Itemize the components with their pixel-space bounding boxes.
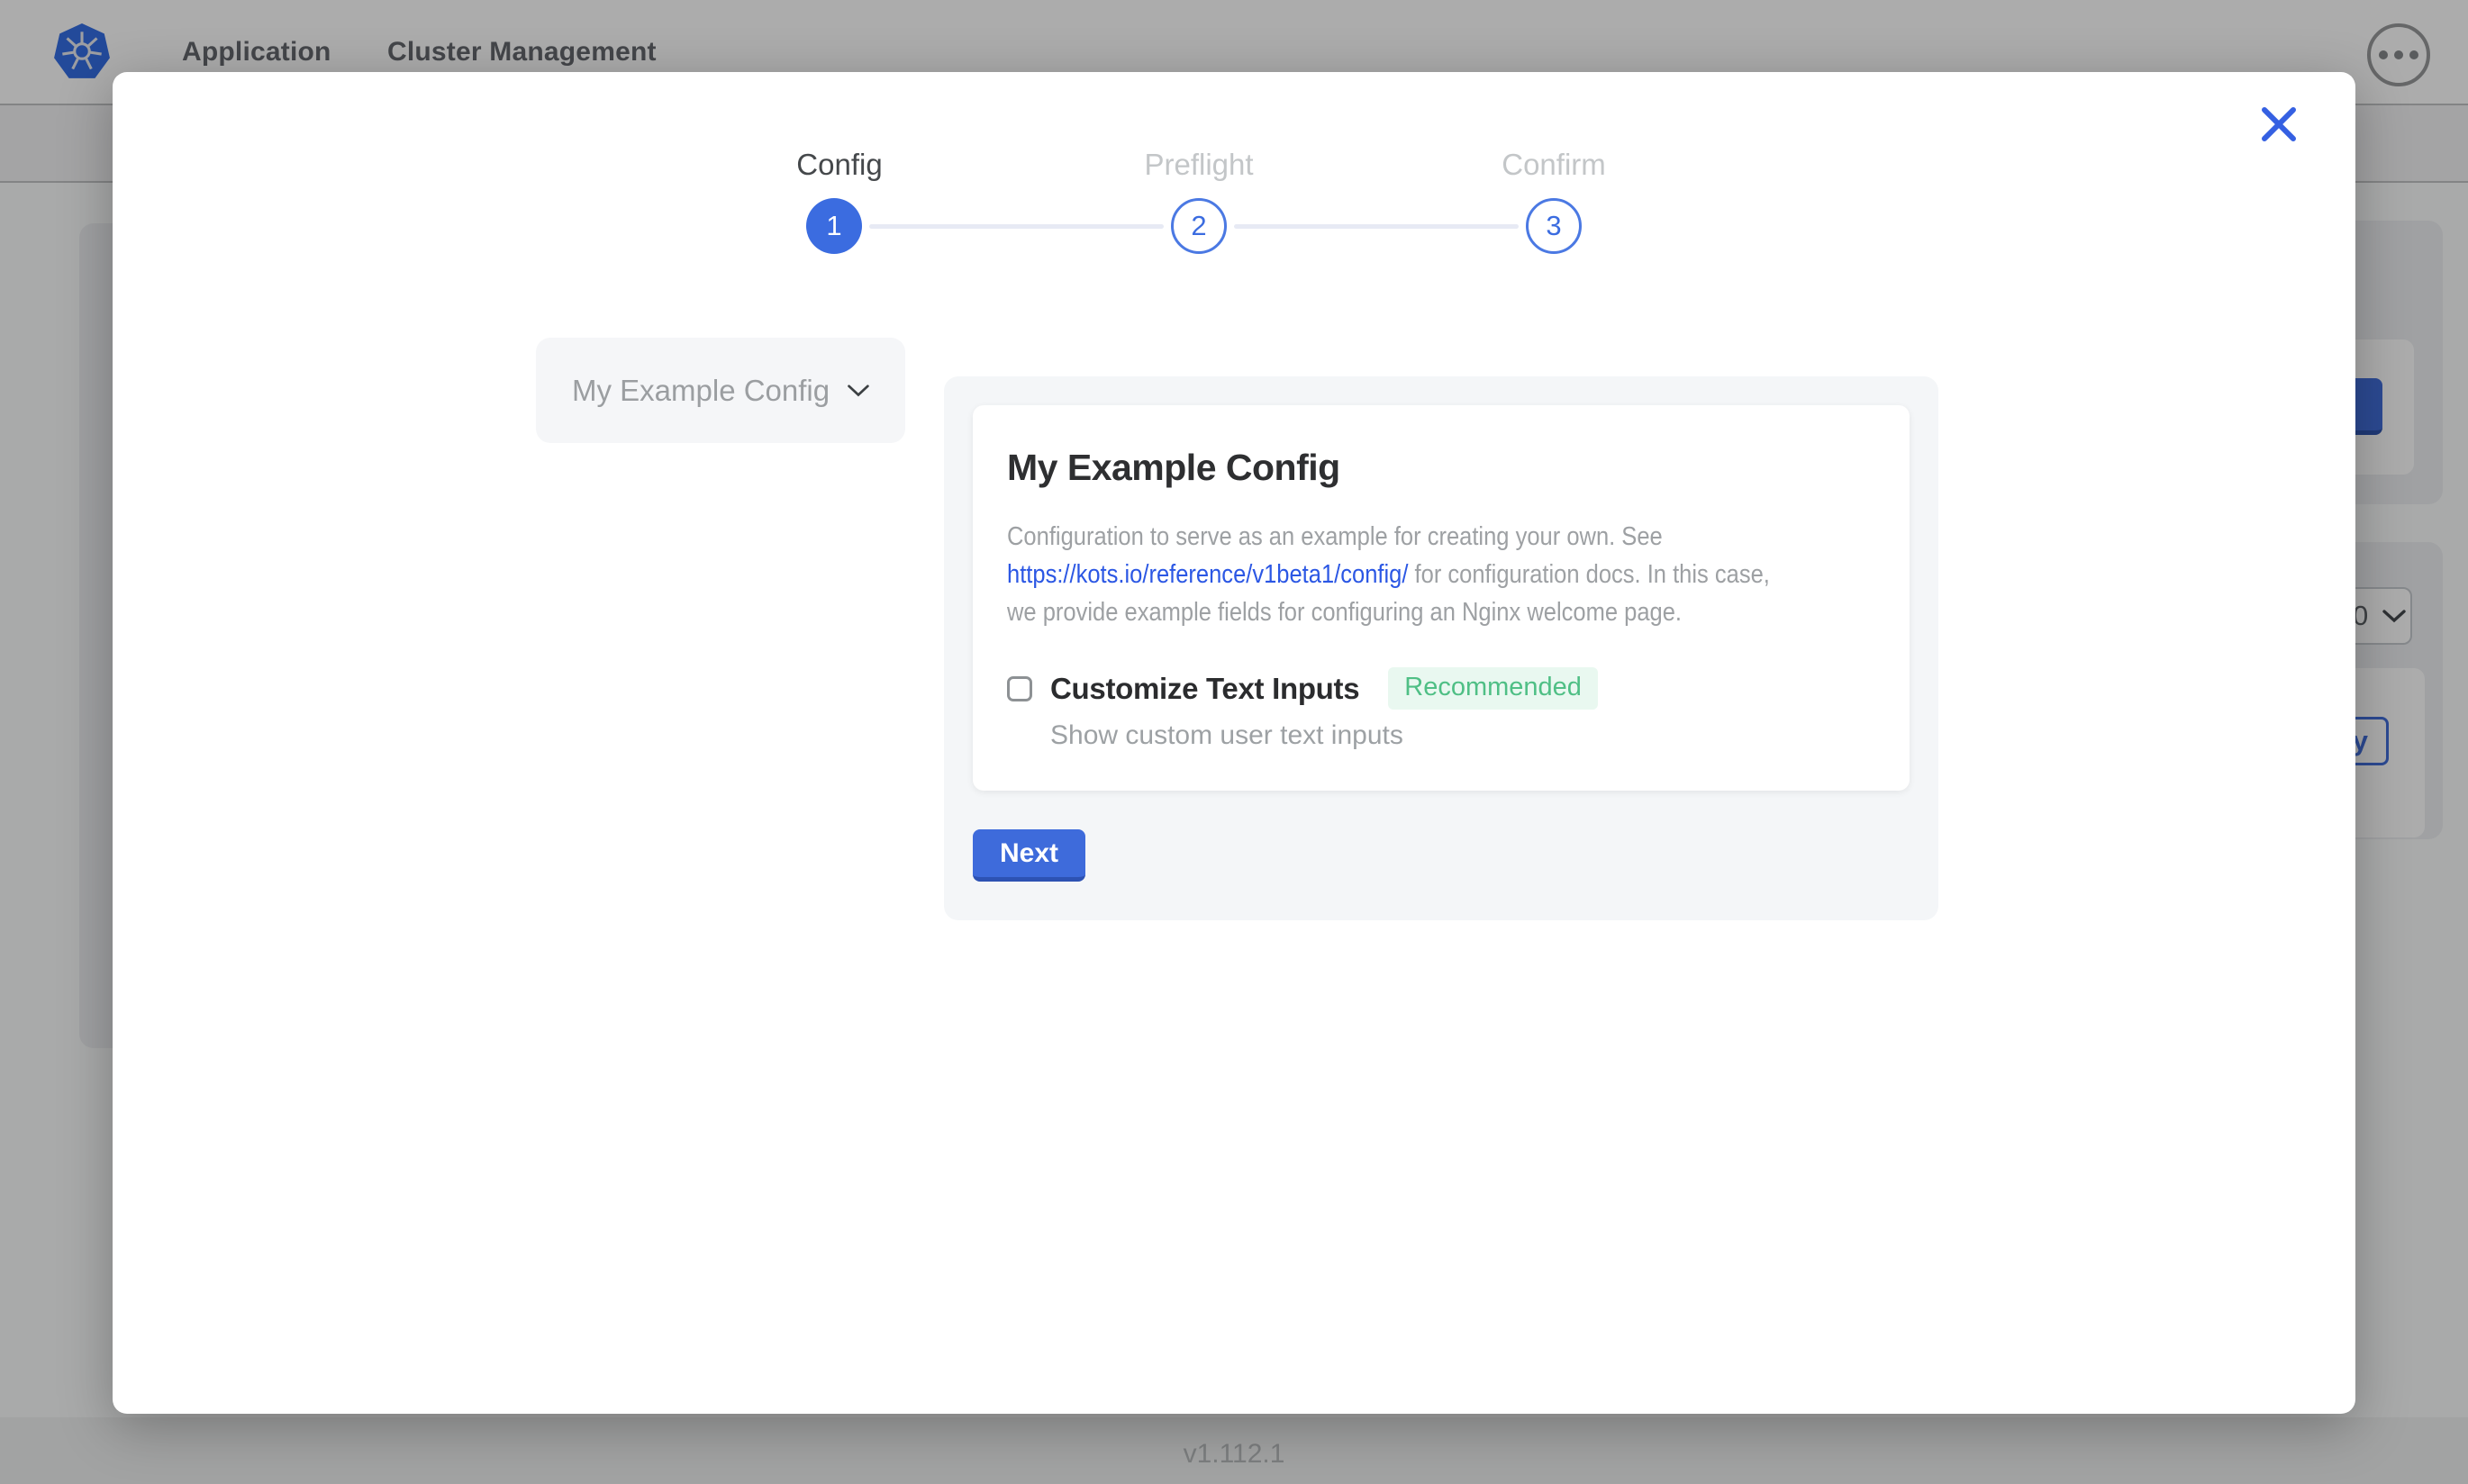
step-label-config: Config bbox=[740, 148, 939, 182]
config-docs-link[interactable]: https://kots.io/reference/v1beta1/config… bbox=[1007, 560, 1408, 589]
step-circle-1-active[interactable]: 1 bbox=[806, 198, 862, 254]
config-wizard-modal: Config Preflight Confirm 1 2 3 My Exampl… bbox=[113, 72, 2355, 1414]
config-group-card: My Example Config Configuration to serve… bbox=[973, 405, 1910, 791]
config-group-description: Configuration to serve as an example for… bbox=[1007, 518, 1902, 631]
chevron-down-icon bbox=[848, 383, 869, 399]
checkbox-label[interactable]: Customize Text Inputs bbox=[1050, 672, 1359, 706]
step-connector bbox=[869, 224, 1164, 229]
step-label-confirm: Confirm bbox=[1455, 148, 1653, 182]
next-button[interactable]: Next bbox=[973, 829, 1085, 882]
step-circle-3[interactable]: 3 bbox=[1526, 198, 1582, 254]
checkbox-row: Customize Text Inputs Recommended bbox=[1007, 667, 1875, 710]
step-connector bbox=[1234, 224, 1519, 229]
customize-text-inputs-checkbox[interactable] bbox=[1007, 676, 1032, 701]
screen: Application Cluster Management 0 y v1.11… bbox=[0, 0, 2468, 1484]
recommended-badge: Recommended bbox=[1388, 667, 1598, 710]
step-label-preflight: Preflight bbox=[1100, 148, 1298, 182]
description-line: Configuration to serve as an example for… bbox=[1007, 518, 1902, 556]
config-group-dropdown-label: My Example Config bbox=[572, 374, 830, 408]
checkbox-help-text: Show custom user text inputs bbox=[1050, 720, 1875, 751]
description-line: https://kots.io/reference/v1beta1/config… bbox=[1007, 556, 1902, 593]
config-group-dropdown[interactable]: My Example Config bbox=[536, 338, 905, 443]
step-circle-2[interactable]: 2 bbox=[1171, 198, 1227, 254]
close-icon[interactable] bbox=[2259, 104, 2299, 144]
description-line: we provide example fields for configurin… bbox=[1007, 593, 1902, 631]
description-text: for configuration docs. In this case, bbox=[1408, 560, 1769, 589]
config-group-title: My Example Config bbox=[1007, 447, 1875, 489]
config-section-panel: My Example Config Configuration to serve… bbox=[944, 376, 1938, 920]
